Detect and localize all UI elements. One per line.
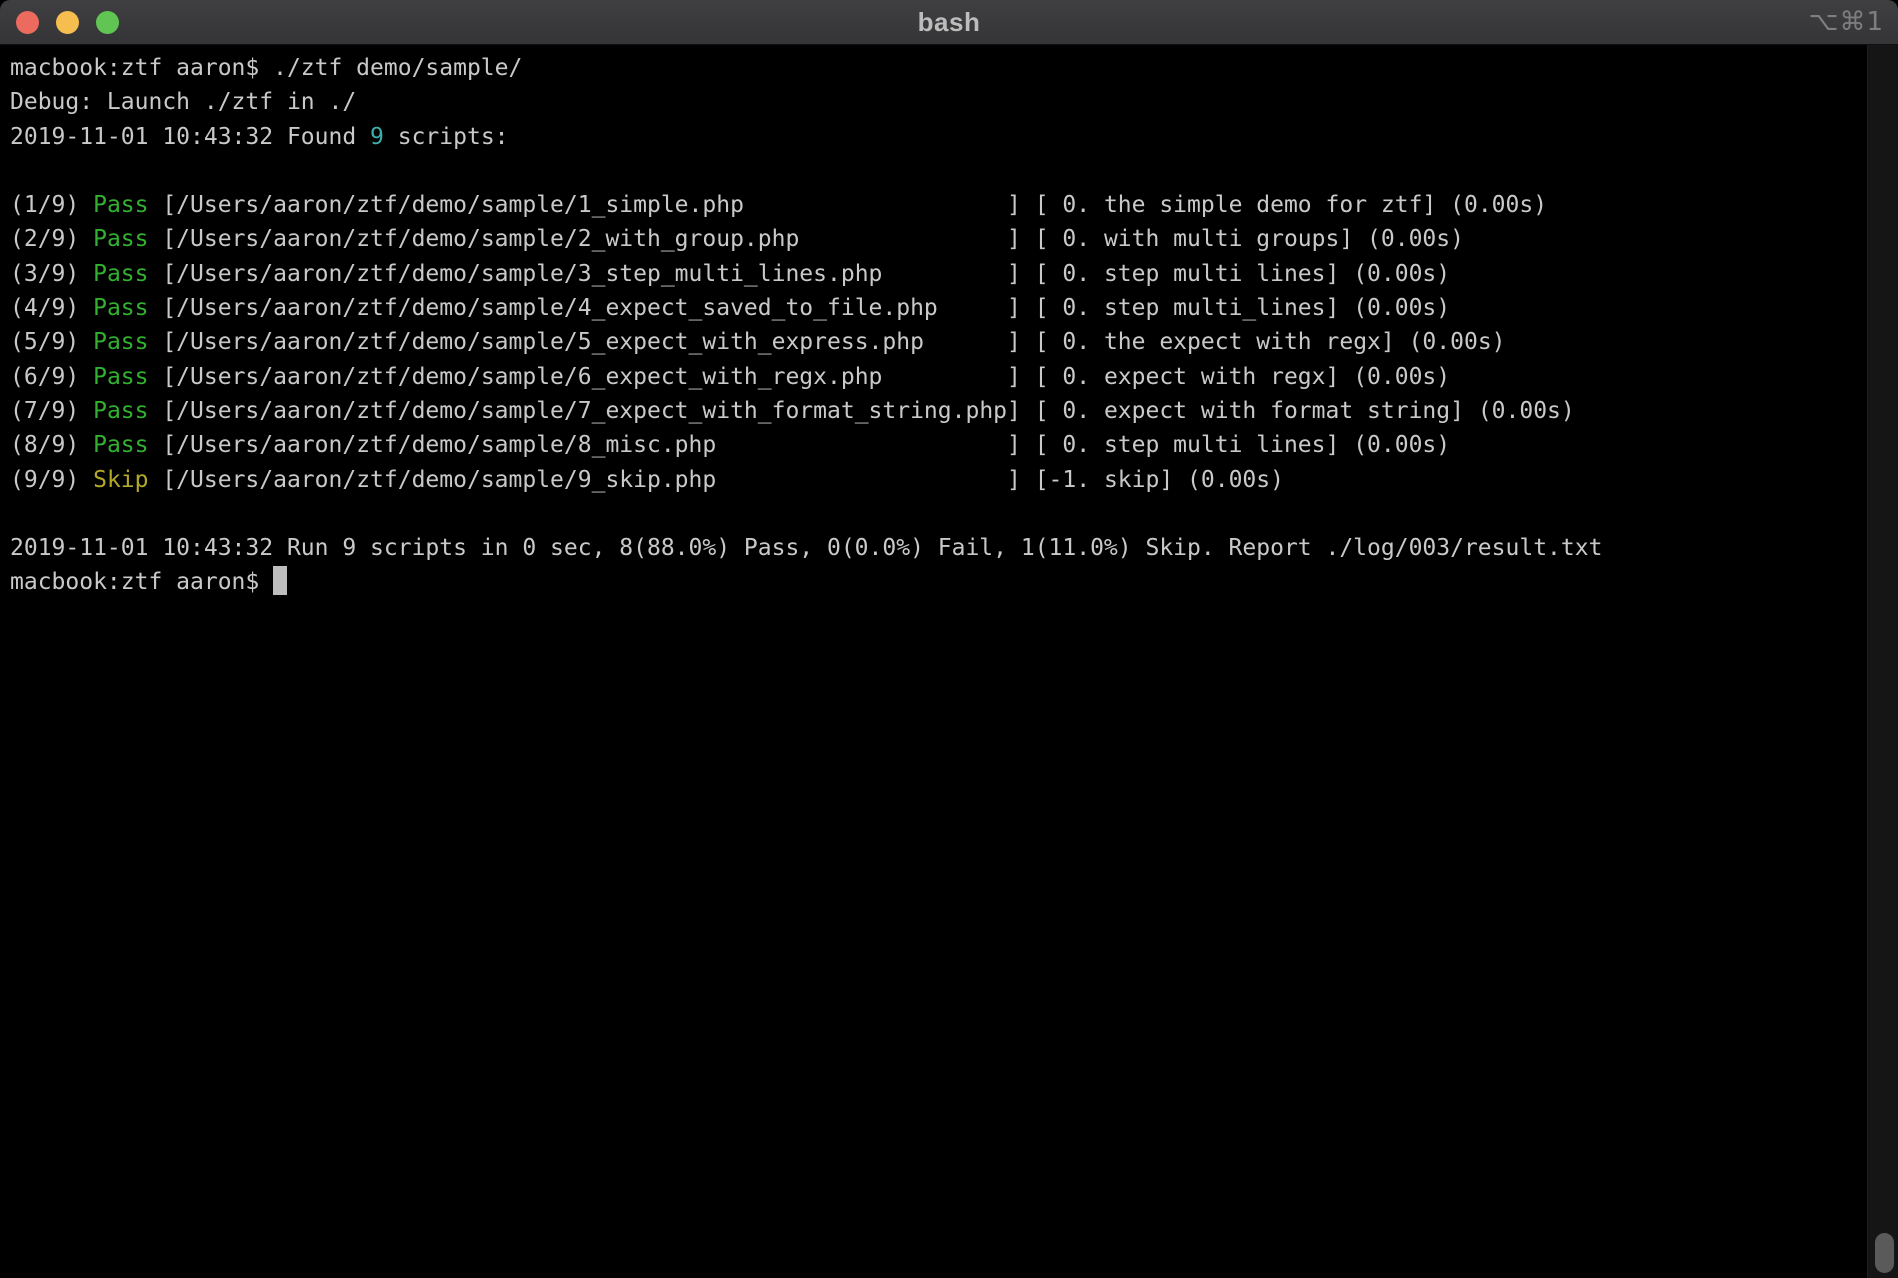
terminal-text: Debug: Launch ./ztf in ./: [10, 89, 356, 115]
terminal-text: (5/9): [10, 329, 93, 355]
terminal-text: 2019-11-01 10:43:32 Run 9 scripts in 0 s…: [10, 535, 1602, 561]
window-title: bash: [0, 7, 1898, 38]
terminal-text: [/Users/aaron/ztf/demo/sample/8_misc.php…: [148, 432, 1450, 458]
close-button[interactable]: [16, 11, 39, 34]
terminal-text: [/Users/aaron/ztf/demo/sample/6_expect_w…: [148, 364, 1450, 390]
terminal-text: [/Users/aaron/ztf/demo/sample/1_simple.p…: [148, 192, 1547, 218]
zoom-button[interactable]: [96, 11, 119, 34]
terminal-line: (6/9) Pass [/Users/aaron/ztf/demo/sample…: [10, 360, 1868, 394]
terminal-text: (9/9): [10, 467, 93, 493]
status-pass: Pass: [93, 261, 148, 287]
status-pass: Pass: [93, 398, 148, 424]
terminal-text: (8/9): [10, 432, 93, 458]
terminal-text: 2019-11-01 10:43:32 Found: [10, 124, 370, 150]
window-titlebar[interactable]: bash ⌥⌘1: [0, 0, 1898, 45]
status-pass: Pass: [93, 295, 148, 321]
terminal-line: (4/9) Pass [/Users/aaron/ztf/demo/sample…: [10, 291, 1868, 325]
terminal-screen[interactable]: macbook:ztf aaron$ ./ztf demo/sample/Deb…: [0, 45, 1868, 1278]
terminal-line: (7/9) Pass [/Users/aaron/ztf/demo/sample…: [10, 394, 1868, 428]
terminal-line: (3/9) Pass [/Users/aaron/ztf/demo/sample…: [10, 257, 1868, 291]
terminal-text: (1/9): [10, 192, 93, 218]
terminal-line: 2019-11-01 10:43:32 Run 9 scripts in 0 s…: [10, 531, 1868, 565]
terminal-line: 2019-11-01 10:43:32 Found 9 scripts:: [10, 120, 1868, 154]
terminal-text: macbook:ztf aaron$: [10, 569, 273, 595]
terminal-window: bash ⌥⌘1 macbook:ztf aaron$ ./ztf demo/s…: [0, 0, 1898, 1278]
terminal-text: (7/9): [10, 398, 93, 424]
terminal-text: [/Users/aaron/ztf/demo/sample/9_skip.php…: [148, 467, 1283, 493]
terminal-line: macbook:ztf aaron$ ./ztf demo/sample/: [10, 51, 1868, 85]
window-shortcut-label: ⌥⌘1: [1808, 0, 1884, 44]
terminal-line: (8/9) Pass [/Users/aaron/ztf/demo/sample…: [10, 428, 1868, 462]
terminal-text: [/Users/aaron/ztf/demo/sample/4_expect_s…: [148, 295, 1450, 321]
status-pass: Pass: [93, 226, 148, 252]
minimize-button[interactable]: [56, 11, 79, 34]
terminal-line: (5/9) Pass [/Users/aaron/ztf/demo/sample…: [10, 325, 1868, 359]
terminal-text: [/Users/aaron/ztf/demo/sample/5_expect_w…: [148, 329, 1505, 355]
status-pass: Pass: [93, 329, 148, 355]
status-pass: Pass: [93, 432, 148, 458]
terminal-line: macbook:ztf aaron$: [10, 565, 1868, 599]
scrollbar-track[interactable]: [1867, 45, 1898, 1278]
terminal-text: (3/9): [10, 261, 93, 287]
terminal-line: Debug: Launch ./ztf in ./: [10, 85, 1868, 119]
terminal-text: [/Users/aaron/ztf/demo/sample/3_step_mul…: [148, 261, 1450, 287]
terminal-text: [/Users/aaron/ztf/demo/sample/2_with_gro…: [148, 226, 1463, 252]
status-pass: Pass: [93, 192, 148, 218]
terminal-text: 9: [370, 124, 384, 150]
traffic-lights: [16, 0, 119, 44]
scrollbar-thumb[interactable]: [1875, 1233, 1894, 1273]
status-skip: Skip: [93, 467, 148, 493]
status-pass: Pass: [93, 364, 148, 390]
terminal-text: (2/9): [10, 226, 93, 252]
terminal-line: [10, 154, 1868, 188]
terminal-line: (2/9) Pass [/Users/aaron/ztf/demo/sample…: [10, 222, 1868, 256]
terminal-line: [10, 497, 1868, 531]
terminal-line: (1/9) Pass [/Users/aaron/ztf/demo/sample…: [10, 188, 1868, 222]
terminal-text: scripts:: [384, 124, 509, 150]
terminal-cursor: [273, 566, 287, 595]
terminal-line: (9/9) Skip [/Users/aaron/ztf/demo/sample…: [10, 463, 1868, 497]
terminal-text: (6/9): [10, 364, 93, 390]
terminal-text: [/Users/aaron/ztf/demo/sample/7_expect_w…: [148, 398, 1574, 424]
terminal-text: (4/9): [10, 295, 93, 321]
terminal-text: macbook:ztf aaron$ ./ztf demo/sample/: [10, 55, 522, 81]
